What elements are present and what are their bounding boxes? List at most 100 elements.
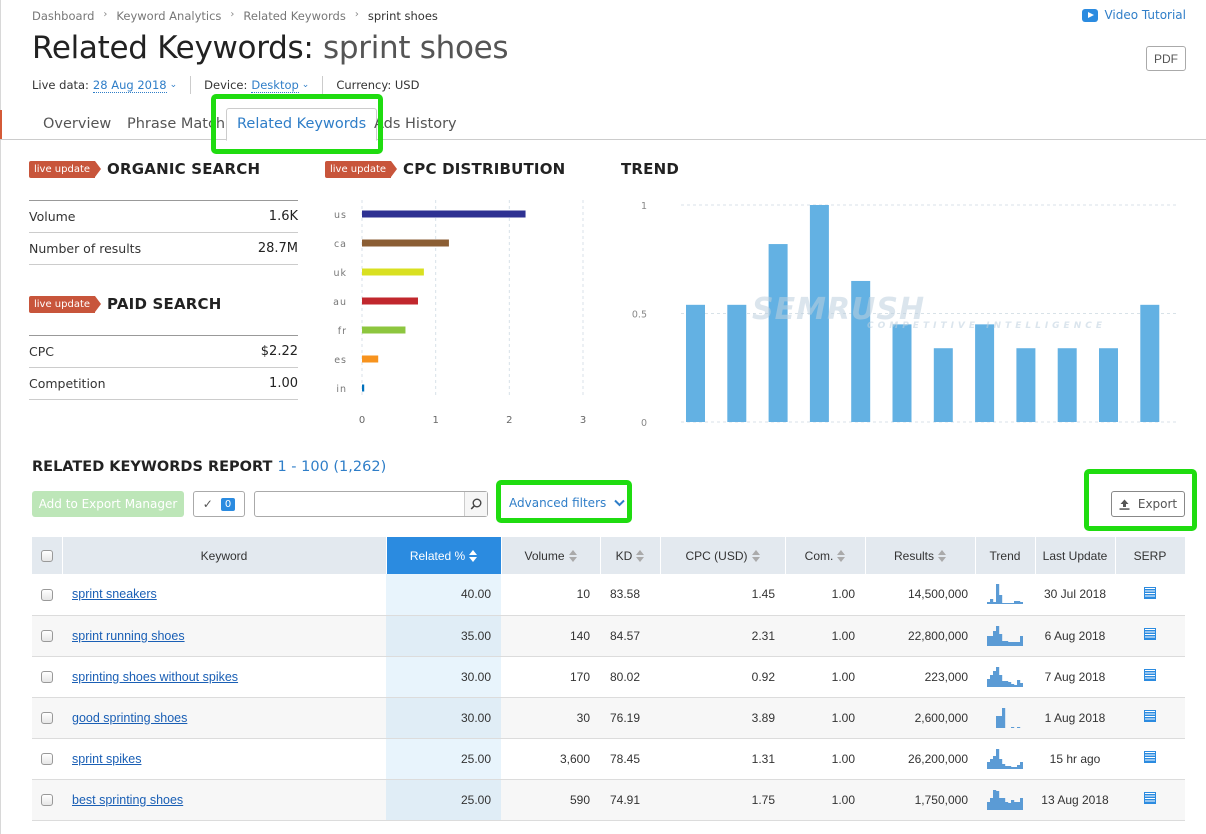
sparkline-bar: [1014, 684, 1018, 687]
column-header-kd[interactable]: KD: [600, 537, 661, 574]
x-tick-label: 0: [359, 415, 365, 426]
select-all-cell: [32, 537, 63, 574]
serp-icon[interactable]: [1144, 669, 1156, 681]
advanced-filters-label: Advanced filters: [509, 496, 607, 510]
last-update-cell: 1 Aug 2018: [1035, 697, 1115, 739]
sparkline-bar: [999, 715, 1003, 728]
sparkline-bar: [993, 755, 997, 769]
trend-bar: [809, 205, 829, 422]
last-update-cell: 15 hr ago: [1035, 738, 1115, 780]
serp-icon[interactable]: [1144, 710, 1156, 722]
column-header-competition[interactable]: Com.: [785, 537, 866, 574]
keyword-link[interactable]: sprint sneakers: [72, 587, 157, 601]
cpc-cell: 2.31: [660, 615, 785, 657]
row-checkbox[interactable]: [41, 589, 53, 602]
serp-icon[interactable]: [1144, 586, 1156, 599]
serp-icon[interactable]: [1144, 751, 1156, 763]
row-checkbox[interactable]: [41, 794, 53, 807]
last-update-cell: 7 Aug 2018: [1035, 656, 1115, 698]
y-tick-label: 0: [641, 418, 647, 429]
chevron-down-icon[interactable]: ⌄: [170, 80, 178, 90]
tab-related-keywords[interactable]: Related Keywords: [226, 108, 378, 141]
video-tutorial-link[interactable]: Video Tutorial: [1082, 8, 1186, 22]
live-data-date-select[interactable]: 28 Aug 2018: [92, 78, 167, 93]
selected-keywords-button[interactable]: ✓ 0: [193, 491, 245, 517]
row-select-cell: [32, 697, 62, 739]
y-tick-label: us: [334, 210, 347, 221]
sparkline-bar: [1008, 802, 1012, 810]
keyword-link[interactable]: good sprinting shoes: [72, 711, 187, 725]
checkmark-icon: ✓: [202, 497, 213, 511]
trend-sparkline: [987, 584, 1023, 605]
column-header-cpc[interactable]: CPC (USD): [660, 537, 786, 574]
breadcrumb-related-keywords[interactable]: Related Keywords: [243, 9, 345, 23]
trend-sparkline: [996, 707, 1021, 728]
breadcrumb-keyword-analytics[interactable]: Keyword Analytics: [116, 9, 221, 23]
select-all-checkbox[interactable]: [40, 550, 53, 563]
sparkline-bar: [993, 670, 997, 687]
last-update-cell: 13 Aug 2018: [1035, 779, 1115, 821]
trend-bar: [975, 324, 995, 422]
sparkline-bar: [1020, 635, 1023, 646]
keyword-link[interactable]: sprint running shoes: [72, 629, 185, 643]
pdf-button[interactable]: PDF: [1146, 46, 1186, 71]
cpc-bar-in: [362, 384, 365, 392]
trend-bar: [686, 304, 705, 422]
sparkline-bar: [1014, 766, 1018, 769]
cpc-bar-es: [362, 355, 379, 363]
tab-phrase-match[interactable]: Phrase Match: [127, 116, 225, 132]
device-select[interactable]: Desktop: [251, 78, 299, 93]
trend-sparkline: [987, 789, 1023, 810]
volume-cell: 170: [501, 656, 600, 698]
column-header-related[interactable]: Related %: [386, 537, 502, 574]
sparkline-bar: [1020, 682, 1023, 687]
y-tick-label: au: [333, 297, 347, 308]
filter-input[interactable]: [255, 492, 465, 516]
tab-overview[interactable]: Overview: [43, 116, 111, 132]
serp-icon[interactable]: [1144, 792, 1156, 804]
sparkline-bar: [999, 674, 1003, 687]
tab-ads-history[interactable]: Ads History: [374, 116, 457, 132]
y-tick-label: ca: [334, 239, 347, 250]
sparkline-bar: [1005, 801, 1009, 810]
chevron-down-icon[interactable]: ⌄: [302, 80, 310, 90]
trend-cell: [975, 615, 1035, 657]
paid-metrics: CPC $2.22 Competition 1.00: [29, 335, 298, 400]
search-button[interactable]: [464, 492, 487, 516]
add-to-export-manager-button[interactable]: Add to Export Manager: [32, 491, 184, 517]
keyword-link[interactable]: sprint spikes: [72, 752, 141, 766]
breadcrumb-dashboard[interactable]: Dashboard: [32, 9, 94, 23]
volume-cell: 3,600: [501, 738, 600, 780]
serp-cell: [1115, 615, 1185, 657]
sparkline-bar: [1020, 602, 1023, 605]
kd-cell: 76.19: [600, 697, 660, 739]
sparkline-bar: [1011, 799, 1015, 810]
organic-metrics: Volume 1.6K Number of results 28.7M: [29, 200, 298, 265]
keyword-link[interactable]: sprinting shoes without spikes: [72, 670, 238, 684]
sparkline-bar: [999, 797, 1003, 810]
row-select-cell: [32, 738, 62, 780]
keyword-link[interactable]: best sprinting shoes: [72, 793, 183, 807]
row-checkbox[interactable]: [41, 753, 53, 766]
column-header-volume[interactable]: Volume: [501, 537, 601, 574]
advanced-filters-toggle[interactable]: Advanced filters: [509, 496, 625, 510]
serp-icon[interactable]: [1144, 628, 1156, 640]
page-title-prefix: Related Keywords:: [32, 30, 314, 66]
table-row: sprint sneakers 40.00 10 83.58 1.45 1.00 14,50…: [32, 574, 1185, 616]
metric-row-competition: Competition 1.00: [29, 368, 298, 400]
sparkline-bar: [1014, 601, 1018, 605]
row-checkbox[interactable]: [41, 630, 53, 643]
column-header-results[interactable]: Results: [865, 537, 976, 574]
live-data-label: Live data:: [32, 78, 89, 92]
export-button[interactable]: Export: [1111, 491, 1185, 517]
kd-cell: 78.45: [600, 738, 660, 780]
page-title: Related Keywords: sprint shoes: [32, 30, 509, 66]
table-row: sprint running shoes 35.00 140 84.57 2.31 1.0…: [32, 615, 1185, 657]
sparkline-bar: [1002, 707, 1006, 728]
row-checkbox[interactable]: [41, 712, 53, 725]
row-checkbox[interactable]: [41, 671, 53, 684]
column-label: Trend: [989, 548, 1021, 563]
row-select-cell: [32, 574, 62, 616]
sparkline-bar: [1011, 726, 1015, 728]
report-settings: Live data: 28 Aug 2018 ⌄ Device: Desktop…: [32, 76, 419, 94]
